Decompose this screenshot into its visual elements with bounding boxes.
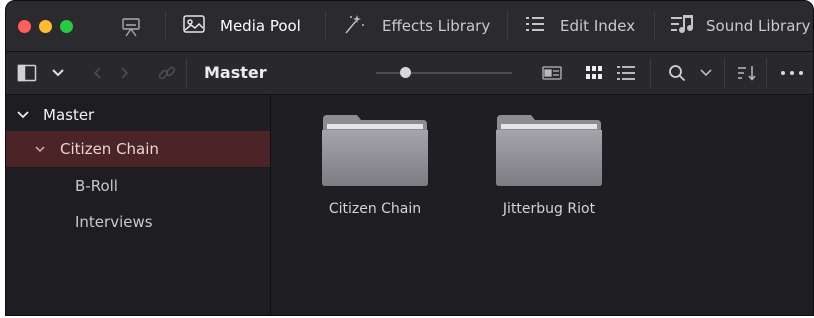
bin-b-roll[interactable]: B-Roll: [6, 168, 270, 204]
media-pool-icon: [182, 13, 206, 39]
tab-label: Effects Library: [382, 17, 491, 35]
chevron-down-icon[interactable]: [35, 145, 45, 153]
media-pool-window: Media Pool Effects Library Edit Index So…: [5, 0, 814, 316]
chevron-down-icon[interactable]: [50, 65, 66, 81]
breadcrumb[interactable]: Master: [204, 63, 267, 82]
tab-media-pool[interactable]: Media Pool: [182, 1, 301, 51]
metadata-view-icon[interactable]: [541, 64, 563, 82]
folder-item[interactable]: Citizen Chain: [315, 113, 435, 217]
search-icon[interactable]: [666, 63, 688, 83]
close-window-button[interactable]: [18, 20, 31, 33]
slider-handle[interactable]: [400, 67, 411, 78]
bin-master[interactable]: Master: [6, 97, 270, 133]
more-icon[interactable]: [778, 65, 806, 81]
list-view-icon[interactable]: [616, 64, 636, 82]
media-pool-toolbar: Master: [6, 52, 813, 95]
search-options-chevron-icon[interactable]: [698, 65, 714, 81]
magic-wand-icon: [342, 12, 368, 40]
chevron-down-icon[interactable]: [17, 111, 29, 119]
forward-arrow-icon[interactable]: [116, 65, 132, 81]
link-icon[interactable]: [156, 62, 178, 84]
bin-citizen-chain[interactable]: Citizen Chain: [6, 131, 270, 167]
zoom-window-button[interactable]: [60, 20, 73, 33]
bin-contents-area: Citizen Chain Jitterbug Riot: [271, 95, 813, 315]
thumbnail-view-icon[interactable]: [584, 64, 604, 82]
panel-tab-bar: Media Pool Effects Library Edit Index So…: [6, 1, 813, 52]
folder-icon: [322, 115, 428, 186]
folder-icon: [496, 115, 602, 186]
bin-label: Master: [43, 106, 95, 124]
tab-label: Sound Library: [706, 17, 811, 35]
sort-icon[interactable]: [736, 63, 758, 83]
list-icon: [524, 14, 546, 38]
bin-interviews[interactable]: Interviews: [6, 204, 270, 240]
thumbnail-size-slider[interactable]: [376, 72, 512, 74]
tab-sound-library[interactable]: Sound Library: [670, 1, 810, 51]
tab-effects-library[interactable]: Effects Library: [342, 1, 490, 51]
sidebar-toggle-icon[interactable]: [16, 63, 38, 83]
tab-label: Media Pool: [220, 17, 301, 35]
folder-label: Citizen Chain: [328, 201, 422, 217]
bin-list-sidebar: Master Citizen Chain B-Roll Interviews: [6, 95, 271, 315]
folder-item[interactable]: Jitterbug Riot: [489, 113, 609, 217]
folder-label: Jitterbug Riot: [502, 201, 596, 217]
tab-label: Edit Index: [560, 17, 636, 35]
bin-label: Interviews: [75, 213, 153, 231]
back-arrow-icon[interactable]: [90, 65, 106, 81]
minimize-window-button[interactable]: [39, 20, 52, 33]
presentation-icon[interactable]: [119, 15, 143, 39]
music-list-icon: [670, 14, 696, 38]
bin-label: Citizen Chain: [60, 140, 159, 158]
bin-label: B-Roll: [75, 177, 118, 195]
tab-edit-index[interactable]: Edit Index: [524, 1, 635, 51]
